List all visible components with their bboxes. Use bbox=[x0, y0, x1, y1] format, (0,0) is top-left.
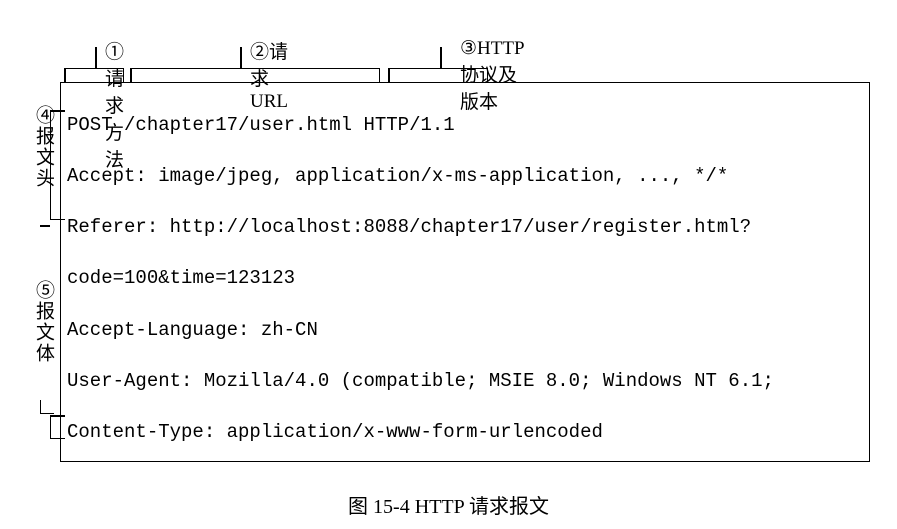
header-row: Referer: http://localhost:8088/chapter17… bbox=[67, 215, 863, 241]
header-row: code=100&time=123123 bbox=[67, 266, 863, 292]
http-message-box: POST /chapter17/user.html HTTP/1.1 Accep… bbox=[60, 82, 870, 462]
protocol-text: HTTP/1.1 bbox=[363, 114, 454, 136]
url-text: /chapter17/user.html bbox=[124, 114, 352, 136]
bracket-method bbox=[64, 68, 124, 82]
connector-line bbox=[40, 225, 50, 227]
bracket-protocol bbox=[388, 68, 488, 82]
header-row: Accept: image/jpeg, application/x-ms-app… bbox=[67, 164, 863, 190]
header-row: Accept-Language: zh-CN bbox=[67, 318, 863, 344]
connector-line bbox=[95, 47, 97, 68]
header-row: User-Agent: Mozilla/4.0 (compatible; MSI… bbox=[67, 369, 863, 395]
diagram-container: ①请求方法 ②请求URL ③HTTP协议及版本 ④报文头 ⑤报文体 POST /… bbox=[0, 0, 897, 529]
header-row: Content-Type: application/x-www-form-url… bbox=[67, 420, 863, 446]
connector-line bbox=[240, 47, 242, 68]
bracket-url bbox=[130, 68, 380, 82]
annotation-body: ⑤报文体 bbox=[30, 280, 57, 364]
connector-line bbox=[40, 400, 54, 414]
method-text: POST bbox=[67, 114, 113, 136]
request-line: POST /chapter17/user.html HTTP/1.1 bbox=[67, 113, 863, 139]
connector-line bbox=[440, 47, 442, 68]
figure-caption: 图 15-4 HTTP 请求报文 bbox=[0, 490, 897, 519]
